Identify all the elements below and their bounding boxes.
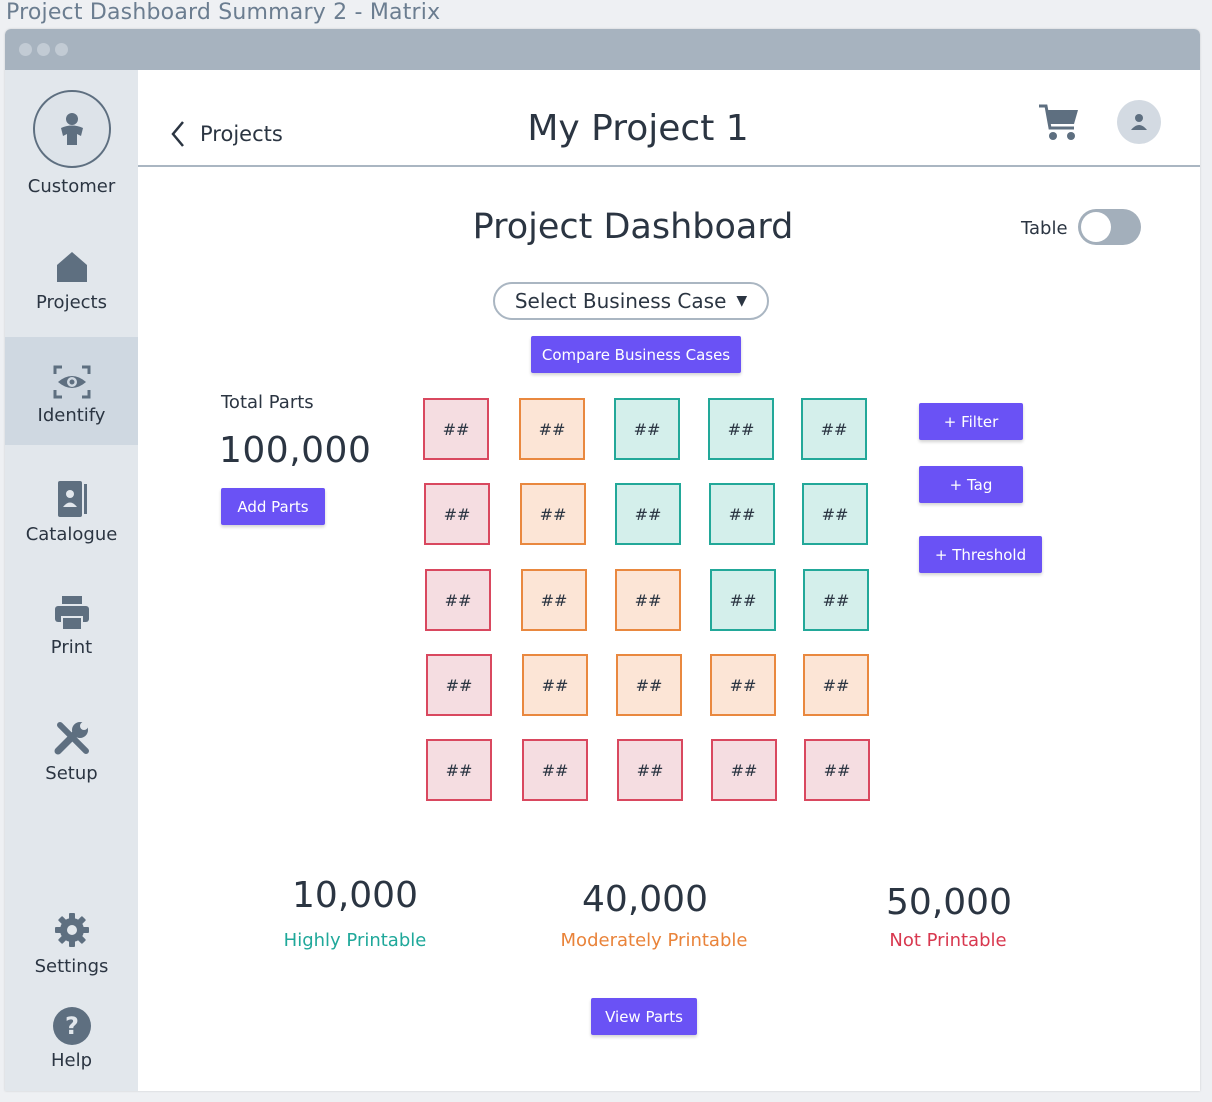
matrix-cell[interactable]: ## <box>522 654 588 716</box>
matrix-cell[interactable]: ## <box>804 739 870 801</box>
eye-scan-icon <box>53 365 90 399</box>
main-content: Projects My Project 1 Project Dashboard … <box>138 70 1200 1091</box>
matrix-cell[interactable]: ## <box>616 654 682 716</box>
customer-avatar[interactable] <box>32 90 111 168</box>
gear-icon <box>54 913 89 947</box>
sidebar-item-catalogue[interactable]: Catalogue <box>5 480 138 545</box>
sidebar: Customer Projects Identify Catalogue Pri… <box>5 70 138 1091</box>
compare-business-cases-button[interactable]: Compare Business Cases <box>531 336 741 373</box>
matrix-cell[interactable]: ## <box>519 398 585 460</box>
sidebar-item-label: Print <box>50 637 93 658</box>
app-window: Customer Projects Identify Catalogue Pri… <box>5 29 1200 1091</box>
matrix-cell[interactable]: ## <box>426 654 492 716</box>
header-divider <box>138 165 1200 167</box>
sidebar-item-label: Catalogue <box>25 524 118 545</box>
matrix-cell[interactable]: ## <box>710 569 776 631</box>
tools-icon <box>54 722 89 755</box>
matrix-cell[interactable]: ## <box>803 654 869 716</box>
matrix-cell[interactable]: ## <box>615 569 681 631</box>
sidebar-item-label: Customer <box>27 176 116 197</box>
user-avatar[interactable] <box>1117 100 1161 144</box>
printer-icon <box>54 596 89 631</box>
moderately-printable-count: 40,000 <box>582 879 708 920</box>
add-filter-button[interactable]: + Filter <box>919 403 1023 440</box>
table-toggle-label: Table <box>1021 218 1068 239</box>
matrix-cell[interactable]: ## <box>424 483 490 545</box>
toggle-knob <box>1081 212 1111 242</box>
moderately-printable-label: Moderately Printable <box>560 930 748 951</box>
matrix-cell[interactable]: ## <box>423 398 489 460</box>
svg-text:?: ? <box>65 1012 79 1040</box>
caret-down-icon: ▼ <box>736 293 748 309</box>
window-dot-minimize[interactable] <box>37 43 50 56</box>
add-threshold-button[interactable]: + Threshold <box>919 536 1042 573</box>
matrix-cell[interactable]: ## <box>614 398 680 460</box>
user-icon <box>1131 114 1147 130</box>
home-icon <box>56 252 87 282</box>
sidebar-item-customer[interactable]: Customer <box>5 90 138 197</box>
not-printable-label: Not Printable <box>889 930 1007 951</box>
matrix-cell[interactable]: ## <box>617 739 683 801</box>
dashboard-title: Project Dashboard <box>472 207 794 247</box>
page-title: Project Dashboard Summary 2 - Matrix <box>6 0 441 25</box>
help-icon: ? <box>52 1007 91 1045</box>
sidebar-item-label: Identify <box>37 405 106 426</box>
matrix-cell[interactable]: ## <box>711 739 777 801</box>
window-dot-close[interactable] <box>19 43 32 56</box>
total-parts-label: Total Parts <box>221 392 314 413</box>
sidebar-item-label: Help <box>50 1050 93 1071</box>
cart-icon[interactable] <box>1038 102 1082 142</box>
matrix-cell[interactable]: ## <box>520 483 586 545</box>
matrix-cell[interactable]: ## <box>803 569 869 631</box>
matrix-cell[interactable]: ## <box>801 398 867 460</box>
matrix-cell[interactable]: ## <box>425 569 491 631</box>
matrix-cell[interactable]: ## <box>802 483 868 545</box>
window-titlebar <box>5 29 1200 70</box>
sidebar-item-label: Settings <box>34 956 109 977</box>
window-dot-maximize[interactable] <box>55 43 68 56</box>
highly-printable-label: Highly Printable <box>283 930 427 951</box>
matrix-cell[interactable]: ## <box>615 483 681 545</box>
sidebar-item-identify[interactable]: Identify <box>5 337 138 445</box>
matrix-cell[interactable]: ## <box>522 739 588 801</box>
highly-printable-count: 10,000 <box>292 875 418 916</box>
catalogue-icon <box>57 481 87 517</box>
sidebar-item-label: Setup <box>45 763 98 784</box>
add-parts-button[interactable]: Add Parts <box>221 488 325 525</box>
matrix-cell[interactable]: ## <box>521 569 587 631</box>
table-toggle[interactable] <box>1078 209 1141 245</box>
person-icon <box>60 113 83 145</box>
project-title: My Project 1 <box>527 108 749 149</box>
business-case-select-label: Select Business Case <box>514 289 727 313</box>
matrix-cell[interactable]: ## <box>708 398 774 460</box>
matrix-cell[interactable]: ## <box>709 483 775 545</box>
sidebar-item-projects[interactable]: Projects <box>5 250 138 313</box>
matrix-cell[interactable]: ## <box>710 654 776 716</box>
sidebar-item-print[interactable]: Print <box>5 595 138 658</box>
not-printable-count: 50,000 <box>886 882 1012 923</box>
add-tag-button[interactable]: + Tag <box>919 466 1023 503</box>
view-parts-button[interactable]: View Parts <box>591 998 697 1035</box>
business-case-select[interactable]: Select Business Case ▼ <box>493 282 769 320</box>
matrix-cell[interactable]: ## <box>426 739 492 801</box>
sidebar-item-setup[interactable]: Setup <box>5 721 138 784</box>
total-parts-value: 100,000 <box>219 430 372 471</box>
sidebar-item-settings[interactable]: Settings <box>5 912 138 977</box>
sidebar-item-label: Projects <box>36 292 107 313</box>
sidebar-item-help[interactable]: ? Help <box>5 1006 138 1071</box>
